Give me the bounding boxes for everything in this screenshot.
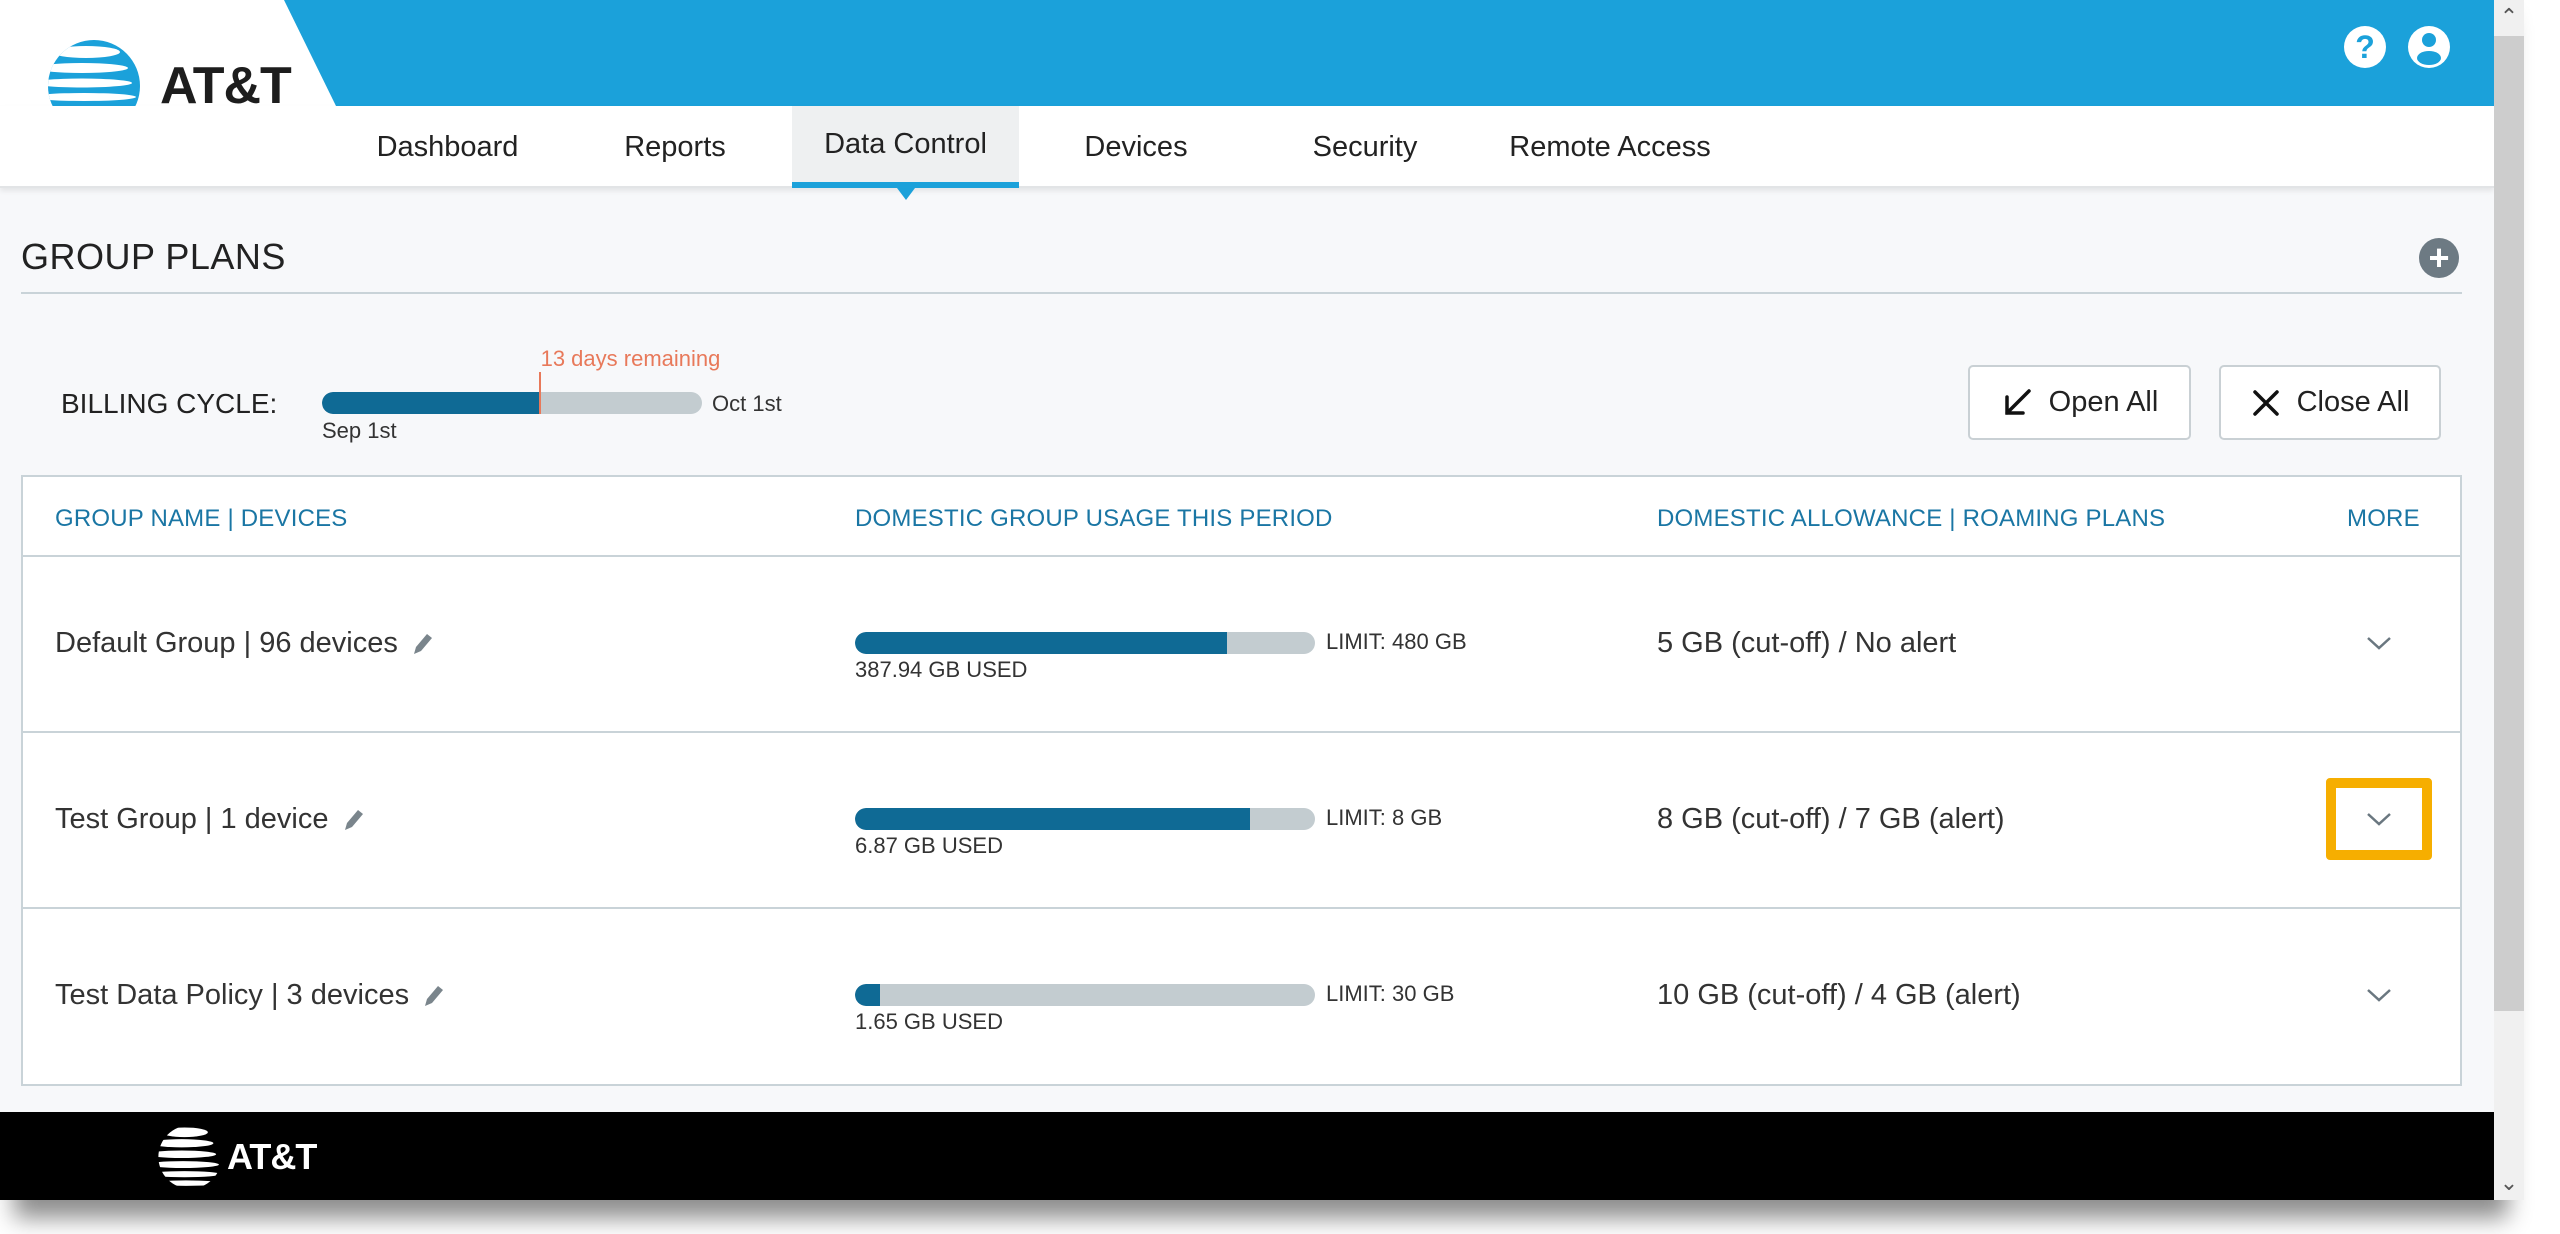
col-header-usage[interactable]: DOMESTIC GROUP USAGE THIS PERIOD	[855, 505, 1333, 533]
usage-used-text: 6.87 GB USED	[855, 833, 1003, 858]
help-icon[interactable]: ?	[2344, 26, 2386, 68]
table-row: Default Group | 96 devices 387.94 GB USE…	[23, 557, 2460, 733]
group-name-cell: Default Group | 96 devices	[55, 627, 436, 660]
plus-icon: +	[2428, 237, 2450, 278]
col-header-group-name[interactable]: GROUP NAME | DEVICES	[55, 505, 348, 533]
nav-reports[interactable]: Reports	[590, 106, 760, 188]
usage-limit-text: LIMIT: 8 GB	[1326, 805, 1443, 830]
usage-progress-fill	[855, 984, 881, 1006]
group-name: Test Group | 1 device	[55, 803, 329, 835]
close-all-button[interactable]: Close All	[2219, 365, 2441, 440]
col-header-allowance[interactable]: DOMESTIC ALLOWANCE | ROAMING PLANS	[1657, 505, 2165, 533]
table-row: Test Group | 1 device 6.87 GB USED LIMIT…	[23, 733, 2460, 909]
allowance-text: 5 GB (cut-off) / No alert	[1657, 627, 1957, 659]
group-name-cell: Test Data Policy | 3 devices	[55, 979, 447, 1012]
group-name: Test Data Policy | 3 devices	[55, 979, 410, 1011]
table-row: Test Data Policy | 3 devices 1.65 GB USE…	[23, 909, 2460, 1085]
open-all-button[interactable]: Open All	[1968, 365, 2191, 440]
usage-limit-text: LIMIT: 480 GB	[1326, 629, 1467, 654]
usage-used-text: 1.65 GB USED	[855, 1009, 1003, 1034]
usage-used-text: 387.94 GB USED	[855, 657, 1028, 682]
scroll-up-arrow[interactable]: ⌃	[2494, 2, 2524, 32]
browser-window: AT&T ? Dashboard Reports Data Control De…	[0, 0, 2494, 1200]
expand-row-button[interactable]	[2326, 602, 2432, 684]
billing-cycle-progress-fill	[322, 392, 539, 414]
usage-progress-bar	[855, 984, 1315, 1006]
chevron-down-icon	[2367, 989, 2391, 1002]
billing-current-marker	[538, 372, 541, 414]
pencil-edit-icon[interactable]	[419, 982, 447, 1010]
billing-cycle-label: BILLING CYCLE:	[61, 388, 278, 419]
group-plans-table: GROUP NAME | DEVICES DOMESTIC GROUP USAG…	[21, 475, 2462, 1086]
billing-start-date: Sep 1st	[322, 418, 397, 443]
footer-wordmark: AT&T	[227, 1136, 317, 1177]
nav-remote-access[interactable]: Remote Access	[1490, 106, 1730, 188]
header: AT&T ?	[0, 0, 2494, 132]
usage-progress-fill	[855, 632, 1227, 654]
expand-row-button[interactable]	[2326, 954, 2432, 1036]
person-glyph	[2417, 33, 2441, 65]
footer: AT&T	[0, 1112, 2494, 1200]
allowance-text: 8 GB (cut-off) / 7 GB (alert)	[1657, 803, 2005, 835]
att-globe-icon	[158, 1125, 222, 1189]
main-nav: Dashboard Reports Data Control Devices S…	[0, 106, 2494, 200]
close-x-icon	[2252, 389, 2279, 416]
scroll-down-arrow[interactable]: ⌄	[2494, 1168, 2524, 1198]
scrollbar-thumb[interactable]	[2494, 36, 2524, 1011]
nav-security[interactable]: Security	[1280, 106, 1450, 188]
section-divider	[21, 292, 2462, 294]
vertical-scrollbar[interactable]: ⌃ ⌄	[2494, 0, 2524, 1200]
allowance-text: 10 GB (cut-off) / 4 GB (alert)	[1657, 979, 2021, 1011]
open-all-label: Open All	[2048, 386, 2159, 418]
chevron-down-icon	[2367, 637, 2391, 650]
header-banner	[284, 0, 2494, 106]
billing-end-date: Oct 1st	[712, 391, 782, 416]
pencil-edit-icon[interactable]	[339, 806, 367, 834]
header-icons: ?	[2344, 26, 2450, 68]
nav-data-control[interactable]: Data Control	[792, 106, 1019, 200]
chevron-down-icon	[2367, 813, 2391, 826]
footer-logo[interactable]: AT&T	[157, 1124, 317, 1190]
add-group-plan-button[interactable]: +	[2419, 238, 2459, 278]
nav-dashboard[interactable]: Dashboard	[345, 106, 550, 188]
billing-cycle-progress	[322, 392, 702, 414]
nav-devices[interactable]: Devices	[1050, 106, 1222, 188]
arrow-down-left-icon	[2004, 388, 2031, 415]
usage-progress-fill	[855, 808, 1251, 830]
group-name-cell: Test Group | 1 device	[55, 803, 367, 836]
expand-row-button[interactable]	[2326, 778, 2432, 860]
col-header-more: MORE	[2347, 505, 2420, 532]
close-all-label: Close All	[2296, 386, 2410, 418]
pencil-edit-icon[interactable]	[408, 630, 436, 658]
days-remaining: 13 days remaining	[540, 346, 721, 371]
usage-progress-bar	[855, 632, 1315, 654]
usage-progress-bar	[855, 808, 1315, 830]
table-header: GROUP NAME | DEVICES DOMESTIC GROUP USAG…	[23, 477, 2460, 557]
group-name: Default Group | 96 devices	[55, 627, 398, 659]
user-account-icon[interactable]	[2408, 26, 2450, 68]
usage-limit-text: LIMIT: 30 GB	[1326, 981, 1455, 1006]
page-title: GROUP PLANS	[21, 236, 286, 277]
